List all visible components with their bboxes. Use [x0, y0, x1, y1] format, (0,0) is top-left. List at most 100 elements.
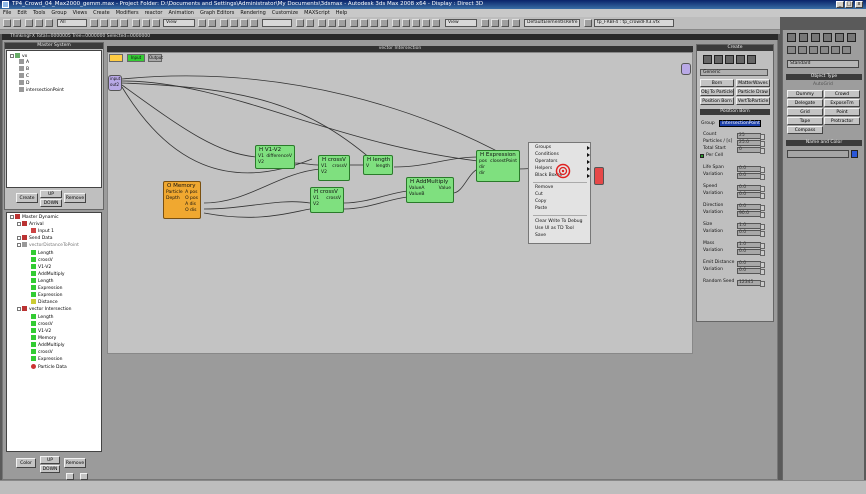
node-expression[interactable]: H Expression pos dir dir closestPoint: [476, 150, 520, 182]
scale-icon[interactable]: [152, 19, 160, 27]
object-type-rollout[interactable]: Object Type: [786, 74, 862, 80]
named-object-field[interactable]: tp_FRBF4 : tp_crowdFX3.vfx: [594, 19, 674, 27]
layer-manager-icon[interactable]: [318, 19, 326, 27]
canvas-tab-input[interactable]: Input: [127, 54, 145, 62]
minimize-button[interactable]: _: [836, 1, 844, 8]
hierarchy-icon[interactable]: [725, 55, 734, 64]
menu-item-paste[interactable]: Paste: [535, 206, 547, 212]
tree-item-a[interactable]: A: [19, 59, 29, 66]
spinner-snap-icon[interactable]: [250, 19, 258, 27]
canvas-tab-output[interactable]: Output: [148, 54, 163, 62]
object-color-swatch[interactable]: [851, 150, 858, 158]
particle-draw-button[interactable]: Particle Draw: [736, 88, 770, 96]
tree-item-particle-data[interactable]: Particle Data: [31, 364, 67, 371]
hierarchy-tab-icon[interactable]: [811, 33, 820, 42]
node-crossv[interactable]: H crossV V1 V2 crossV: [318, 155, 350, 181]
quick-render-icon[interactable]: [380, 19, 388, 27]
tree-item-distance[interactable]: Distance: [31, 299, 58, 306]
menu-customize[interactable]: Customize: [269, 9, 301, 17]
tree-item-send-data[interactable]: Send Data: [17, 235, 53, 242]
tree-item-crossv-3[interactable]: crossV: [31, 349, 53, 356]
mirror-icon[interactable]: [296, 19, 304, 27]
param-spinner-11[interactable]: 0.0: [737, 230, 765, 237]
region-select-icon[interactable]: [110, 19, 118, 27]
compass-button[interactable]: Compass: [787, 126, 823, 134]
param-spinner-7[interactable]: 0.0: [737, 192, 765, 199]
master-system-tree[interactable]: vx A B C D intersectionPoint: [6, 50, 102, 188]
up-button-2[interactable]: UP: [40, 456, 60, 464]
selection-filter-dropdown[interactable]: All: [57, 19, 87, 27]
geometry-icon[interactable]: [787, 46, 796, 54]
move-icon[interactable]: [132, 19, 140, 27]
tree-item-expression-3[interactable]: Expression: [31, 356, 62, 363]
position-born-rollout[interactable]: Position Born: [700, 109, 770, 115]
object-name-input[interactable]: [787, 150, 849, 158]
tree-item-input[interactable]: Input 1: [31, 228, 54, 235]
select-by-name-icon[interactable]: [100, 19, 108, 27]
tree-item-length[interactable]: Length: [31, 250, 54, 257]
matterwaves-button[interactable]: MatterWaves: [736, 79, 770, 87]
param-spinner-13[interactable]: 0.0: [737, 249, 765, 256]
lights-icon[interactable]: [809, 46, 818, 54]
default-element-field[interactable]: DefaultElementIsRefre: [524, 19, 580, 27]
menu-item-use-ui[interactable]: Use UI as TD Tool: [535, 226, 574, 232]
param-spinner-2[interactable]: 0: [737, 147, 765, 154]
create-button[interactable]: Create: [16, 193, 38, 203]
down-button[interactable]: DOWN: [40, 199, 62, 207]
particle-icon[interactable]: [512, 19, 520, 27]
tree-item-vector-intersection[interactable]: vector Intersection: [17, 306, 71, 313]
param-spinner-0[interactable]: 25: [737, 133, 765, 140]
motion-tab-icon[interactable]: [823, 33, 832, 42]
down-button-2[interactable]: DOWN: [40, 465, 60, 473]
param-spinner-1[interactable]: 25.0: [737, 140, 765, 147]
autogrid-checkbox[interactable]: AutoGrid: [813, 82, 833, 88]
isolate-icon[interactable]: [392, 19, 400, 27]
menu-item-remove[interactable]: Remove: [535, 185, 553, 191]
tree-item-addmultiply[interactable]: AddMultiply: [31, 271, 64, 278]
menu-reactor[interactable]: reactor: [142, 9, 166, 17]
menu-help[interactable]: Help: [333, 9, 350, 17]
helpers-icon[interactable]: [831, 46, 840, 54]
menu-rendering[interactable]: Rendering: [237, 9, 269, 17]
small-tool-icon-2[interactable]: [80, 473, 88, 480]
obj-to-particle-button[interactable]: Obj To Particle: [700, 88, 734, 96]
tree-item-intersection-point[interactable]: intersectionPoint: [19, 87, 64, 94]
menu-modifiers[interactable]: Modifiers: [113, 9, 142, 17]
shapes-icon[interactable]: [798, 46, 807, 54]
render-setup-icon[interactable]: [360, 19, 368, 27]
per-cell-checkbox[interactable]: [700, 154, 704, 158]
param-spinner-10[interactable]: 1.0: [737, 223, 765, 230]
delegate-button[interactable]: Delegate: [787, 99, 823, 107]
spacewarps-icon[interactable]: [842, 46, 851, 54]
rendered-frame-icon[interactable]: [370, 19, 378, 27]
grid-icon[interactable]: [412, 19, 420, 27]
menu-item-save[interactable]: Save: [535, 233, 546, 239]
pivot-center-icon[interactable]: [198, 19, 206, 27]
tree-item-d[interactable]: D: [19, 80, 29, 87]
modify-icon[interactable]: [714, 55, 723, 64]
undo-icon[interactable]: [3, 19, 11, 27]
create-tab-icon[interactable]: [787, 33, 796, 42]
help-icon[interactable]: [584, 19, 592, 27]
exposetm-button[interactable]: ExposeTm: [824, 99, 860, 107]
menu-animation[interactable]: Animation: [165, 9, 197, 17]
rotate-icon[interactable]: [142, 19, 150, 27]
tree-item-arrival[interactable]: Arrival: [17, 221, 44, 228]
tree-item-v1-v2[interactable]: V1-V2: [31, 264, 51, 271]
param-spinner-14[interactable]: 0.0: [737, 261, 765, 268]
unlink-icon[interactable]: [35, 19, 43, 27]
utilities-tab-icon[interactable]: [847, 33, 856, 42]
protractor-button[interactable]: Protractor: [824, 117, 860, 125]
node-memory[interactable]: O Memory Particle Depth A pos O pos A dis O d…: [163, 181, 201, 219]
viewport-icon[interactable]: [402, 19, 410, 27]
tree-item-expression[interactable]: Expression: [31, 285, 62, 292]
menu-item-copy[interactable]: Copy: [535, 199, 546, 205]
tree-item-memory[interactable]: Memory: [31, 335, 56, 342]
param-spinner-8[interactable]: 0.0: [737, 204, 765, 211]
node-length[interactable]: H length Vlength: [363, 155, 393, 175]
snap-icon[interactable]: [422, 19, 430, 27]
box-icon[interactable]: [501, 19, 509, 27]
maximize-button[interactable]: □: [845, 1, 853, 8]
tree-item-b[interactable]: B: [19, 66, 29, 73]
small-tool-icon[interactable]: [66, 473, 74, 480]
